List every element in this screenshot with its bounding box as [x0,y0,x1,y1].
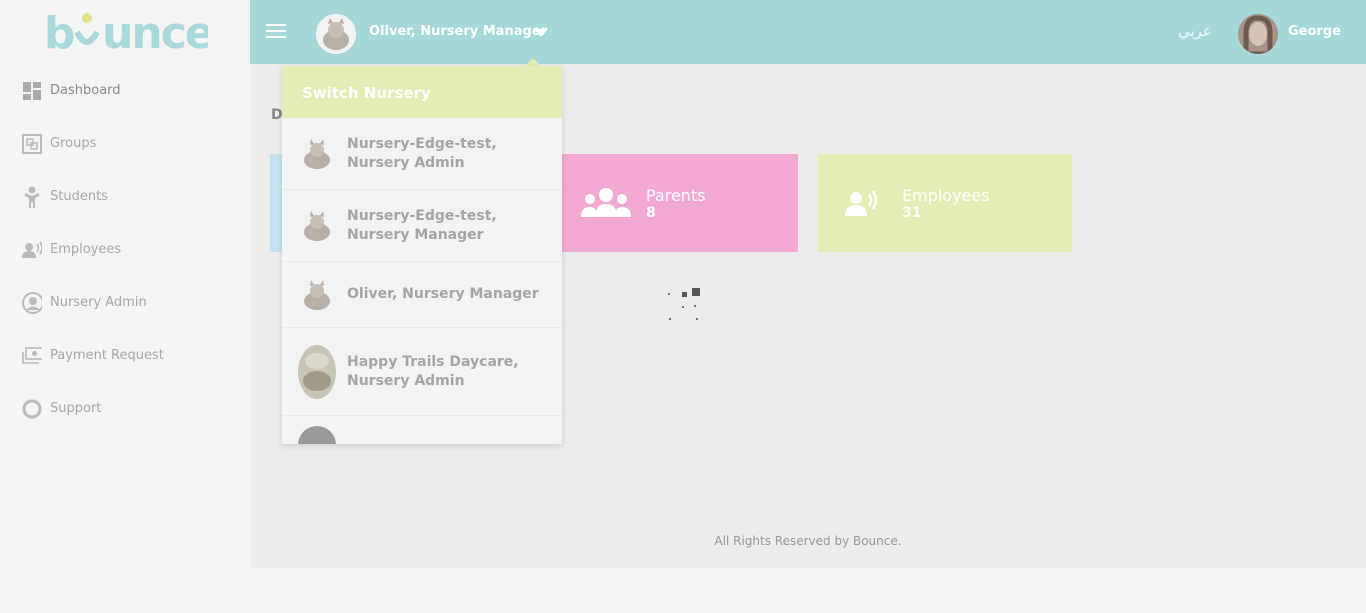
chevron-down-icon[interactable] [534,29,548,37]
sidebar-item-payment-request[interactable]: Payment Request [0,329,250,382]
sidebar-item-employees[interactable]: Employees [0,223,250,276]
nursery-option[interactable]: Oliver, Nursery Manager [282,262,562,328]
dropdown-arrow [525,58,541,66]
option-line2: Nursery Admin [347,154,465,171]
sidebar-item-label: Support [50,401,102,416]
language-switch[interactable]: عربي [1178,22,1212,40]
nursery-option[interactable] [282,416,562,444]
stat-card-employees[interactable]: Employees 31 [818,154,1072,252]
stat-card-parents[interactable]: Parents 8 [562,154,798,252]
menu-toggle-icon[interactable] [266,24,286,40]
payment-icon [22,346,42,366]
current-nursery-name[interactable]: Oliver, Nursery Manager [369,24,547,39]
sidebar: b unce Dashboard Groups Students Employe… [0,0,250,613]
nursery-avatar[interactable] [316,14,356,54]
nursery-option[interactable]: Happy Trails Daycare, Nursery Admin [282,328,562,416]
nursery-avatar [298,206,336,245]
nursery-option[interactable]: Nursery-Edge-test, Nursery Manager [282,190,562,262]
option-line1: Happy Trails Daycare, [347,353,519,370]
loading-spinner-icon [664,286,704,326]
sidebar-item-label: Payment Request [50,348,164,363]
svg-text:unce: unce [102,8,208,58]
sidebar-item-label: Students [50,189,108,204]
sidebar-nav: Dashboard Groups Students Employees Nurs… [0,64,250,435]
nursery-avatar [298,344,336,399]
sidebar-item-label: Dashboard [50,83,121,98]
footer-copyright: All Rights Reserved by Bounce. [714,534,902,548]
card-count: 31 [902,204,922,221]
sidebar-item-nursery-admin[interactable]: Nursery Admin [0,276,250,329]
svg-text:b: b [44,8,74,58]
lifebuoy-icon [22,399,42,419]
student-icon [22,186,42,208]
option-line1: Nursery-Edge-test, [347,207,497,224]
bounce-logo[interactable]: b unce [44,8,215,59]
nursery-avatar [298,426,336,444]
users-group-icon [580,183,632,223]
page-title: D [271,107,283,123]
footer-strip [250,568,1366,613]
card-label: Parents [646,185,706,205]
nursery-avatar [298,275,336,314]
sidebar-item-label: Groups [50,136,97,151]
sidebar-item-dashboard[interactable]: Dashboard [0,64,250,117]
nursery-avatar [298,134,336,173]
switch-nursery-dropdown: Switch Nursery Nursery-Edge-test, Nurser… [282,66,562,444]
employee-icon [22,240,42,260]
employee-icon [836,183,888,223]
nursery-option[interactable]: Nursery-Edge-test, Nursery Admin [282,118,562,190]
option-line1: Oliver, Nursery Manager [347,286,539,302]
top-bar: Oliver, Nursery Manager عربي George [250,0,1366,64]
option-line2: Nursery Admin [347,372,465,389]
option-line2: Nursery Manager [347,226,484,243]
sidebar-item-groups[interactable]: Groups [0,117,250,170]
sidebar-item-label: Nursery Admin [50,295,147,310]
groups-icon [22,133,42,154]
dropdown-header: Switch Nursery [282,66,562,118]
card-label: Employees [902,185,990,205]
user-name[interactable]: George [1288,24,1341,39]
card-count: 8 [646,204,656,221]
sidebar-item-students[interactable]: Students [0,170,250,223]
sidebar-item-label: Employees [50,242,122,257]
option-line1: Nursery-Edge-test, [347,135,497,152]
avatar[interactable] [1238,14,1278,54]
dashboard-icon [22,81,42,101]
user-circle-icon [22,291,42,314]
sidebar-item-support[interactable]: Support [0,382,250,435]
